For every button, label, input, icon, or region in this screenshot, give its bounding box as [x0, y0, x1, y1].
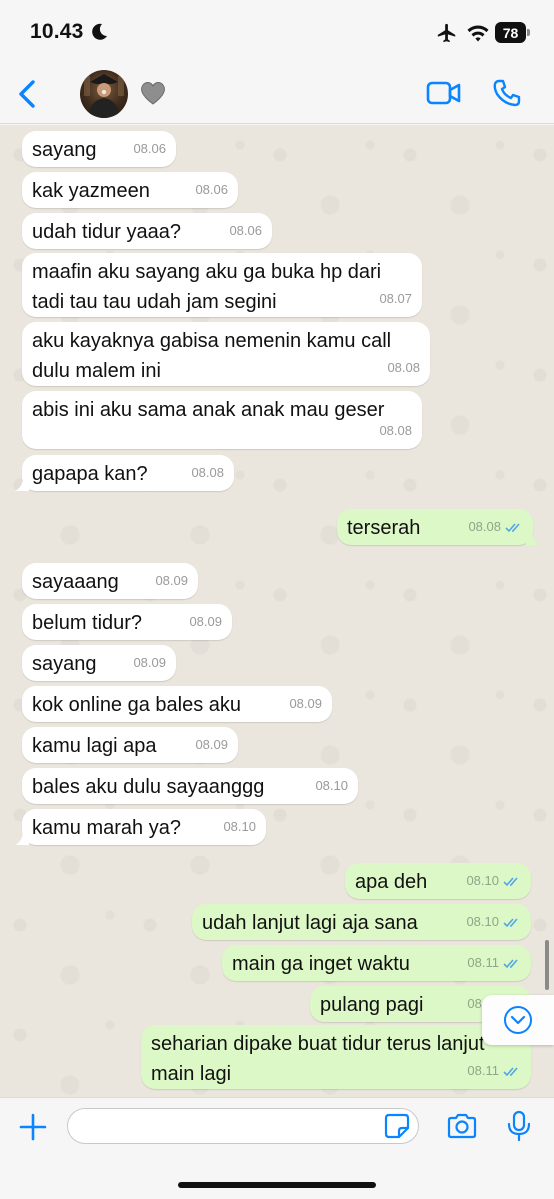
- bubble-tail: [15, 831, 29, 845]
- video-call-icon[interactable]: [426, 80, 462, 106]
- scroll-down-icon: [504, 1006, 532, 1034]
- message-meta: 08.09: [133, 648, 166, 678]
- message-time: 08.09: [289, 696, 322, 711]
- message-bubble-incoming[interactable]: aku kayaknya gabisa nemenin kamu call du…: [22, 322, 430, 386]
- message-bubble-outgoing[interactable]: apa deh 08.10: [345, 863, 531, 899]
- message-time: 08.11: [467, 955, 499, 970]
- plus-icon[interactable]: [18, 1112, 48, 1142]
- message-meta: 08.10: [315, 771, 348, 801]
- message-time: 08.09: [195, 737, 228, 752]
- battery-level: 78: [495, 22, 526, 43]
- message-text: maafin aku sayang aku ga buka hp dari ta…: [32, 261, 382, 313]
- message-time: 08.08: [191, 465, 224, 480]
- message-bubble-incoming[interactable]: kak yazmeen 08.06: [22, 172, 238, 208]
- message-text: bales aku dulu sayaanggg: [32, 776, 265, 798]
- message-time: 08.06: [229, 223, 262, 238]
- wifi-icon: [467, 25, 489, 42]
- message-meta: 08.11: [467, 948, 521, 978]
- message-time: 08.09: [189, 614, 222, 629]
- read-ticks-icon: [503, 876, 518, 886]
- message-bubble-incoming[interactable]: sayang 08.06: [22, 131, 176, 167]
- message-time: 08.06: [133, 141, 166, 156]
- message-text: udah tidur yaaa?: [32, 221, 182, 243]
- back-chevron-icon[interactable]: [14, 78, 40, 110]
- message-meta: 08.06: [195, 175, 228, 205]
- message-bubble-incoming[interactable]: kamu lagi apa 08.09: [22, 727, 238, 763]
- battery-nub: [527, 29, 530, 36]
- message-meta: 08.08: [379, 416, 412, 446]
- bubble-tail: [15, 477, 29, 491]
- chat-header: [0, 64, 554, 124]
- camera-icon[interactable]: [446, 1112, 478, 1140]
- message-time: 08.11: [467, 1063, 499, 1078]
- message-bubble-outgoing[interactable]: main ga inget waktu 08.11: [222, 945, 531, 981]
- message-bubble-incoming[interactable]: sayang 08.09: [22, 645, 176, 681]
- message-bubble-incoming[interactable]: kamu marah ya? 08.10: [15, 809, 266, 845]
- microphone-icon[interactable]: [506, 1110, 532, 1142]
- message-time: 08.09: [133, 655, 166, 670]
- read-ticks-icon: [505, 522, 520, 532]
- message-time: 08.08: [379, 423, 412, 438]
- message-time: 08.10: [315, 778, 348, 793]
- message-meta: 08.10: [466, 866, 521, 896]
- moon-icon: [92, 23, 107, 40]
- heart-icon: [141, 82, 165, 105]
- message-bubble-incoming[interactable]: belum tidur? 08.09: [22, 604, 232, 640]
- scroll-to-bottom-button[interactable]: [482, 995, 554, 1045]
- message-time: 08.10: [466, 873, 499, 888]
- message-time: 08.10: [223, 819, 256, 834]
- avatar-image: [84, 74, 124, 118]
- message-meta: 08.11: [467, 1056, 521, 1086]
- read-ticks-icon: [503, 917, 518, 927]
- message-bubble-incoming[interactable]: sayaaang 08.09: [22, 563, 198, 599]
- message-time: 08.06: [195, 182, 228, 197]
- message-text: seharian dipake buat tidur terus lanjut …: [151, 1033, 485, 1085]
- message-meta: 08.09: [189, 607, 222, 637]
- message-bubble-incoming[interactable]: udah tidur yaaa? 08.06: [22, 213, 272, 249]
- message-bubble-incoming[interactable]: bales aku dulu sayaanggg 08.10: [22, 768, 358, 804]
- message-meta: 08.08: [191, 458, 224, 488]
- message-bubble-incoming[interactable]: maafin aku sayang aku ga buka hp dari ta…: [22, 253, 422, 317]
- message-meta: 08.10: [466, 907, 521, 937]
- read-ticks-icon: [503, 958, 518, 968]
- message-bubble-outgoing[interactable]: terserah 08.08: [337, 509, 540, 545]
- scrollbar-thumb[interactable]: [545, 940, 549, 990]
- message-meta: 08.10: [223, 812, 256, 842]
- message-time: 08.09: [155, 573, 188, 588]
- message-meta: 08.08: [387, 353, 420, 383]
- message-bubble-outgoing[interactable]: udah lanjut lagi aja sana 08.10: [192, 904, 531, 940]
- message-text: kamu marah ya?: [32, 817, 181, 839]
- message-meta: 08.09: [289, 689, 322, 719]
- composer-bar: [0, 1097, 554, 1199]
- message-meta: 08.08: [468, 512, 523, 542]
- message-time: 08.07: [379, 291, 412, 306]
- home-indicator: [178, 1182, 376, 1188]
- message-text: abis ini aku sama anak anak mau geser: [32, 399, 385, 421]
- message-meta: 08.07: [379, 284, 412, 314]
- message-input[interactable]: [67, 1108, 419, 1144]
- airplane-icon: [437, 23, 456, 43]
- message-meta: 08.06: [133, 134, 166, 164]
- message-text: aku kayaknya gabisa nemenin kamu call du…: [32, 330, 392, 382]
- read-ticks-icon: [503, 1066, 518, 1076]
- message-meta: 08.06: [229, 216, 262, 246]
- message-time: 08.08: [468, 519, 501, 534]
- message-bubble-incoming[interactable]: gapapa kan? 08.08: [15, 455, 234, 491]
- battery-indicator: 78: [495, 22, 531, 43]
- message-bubble-incoming[interactable]: kok online ga bales aku 08.09: [22, 686, 332, 722]
- message-list[interactable]: sayang 08.06 kak yazmeen 08.06 udah tidu…: [0, 125, 554, 1097]
- sticker-icon[interactable]: [384, 1113, 410, 1139]
- message-time: 08.10: [466, 914, 499, 929]
- status-bar: 10.43 78: [0, 0, 554, 64]
- contact-avatar[interactable]: [80, 70, 128, 118]
- phone-call-icon[interactable]: [492, 78, 522, 108]
- message-meta: 08.09: [195, 730, 228, 760]
- message-time: 08.08: [387, 360, 420, 375]
- message-text: kok online ga bales aku: [32, 694, 242, 716]
- status-time: 10.43: [30, 20, 84, 43]
- bubble-tail: [526, 531, 540, 545]
- message-meta: 08.09: [155, 566, 188, 596]
- message-bubble-outgoing[interactable]: seharian dipake buat tidur terus lanjut …: [141, 1025, 531, 1089]
- message-bubble-incoming[interactable]: abis ini aku sama anak anak mau geser 08…: [22, 391, 422, 449]
